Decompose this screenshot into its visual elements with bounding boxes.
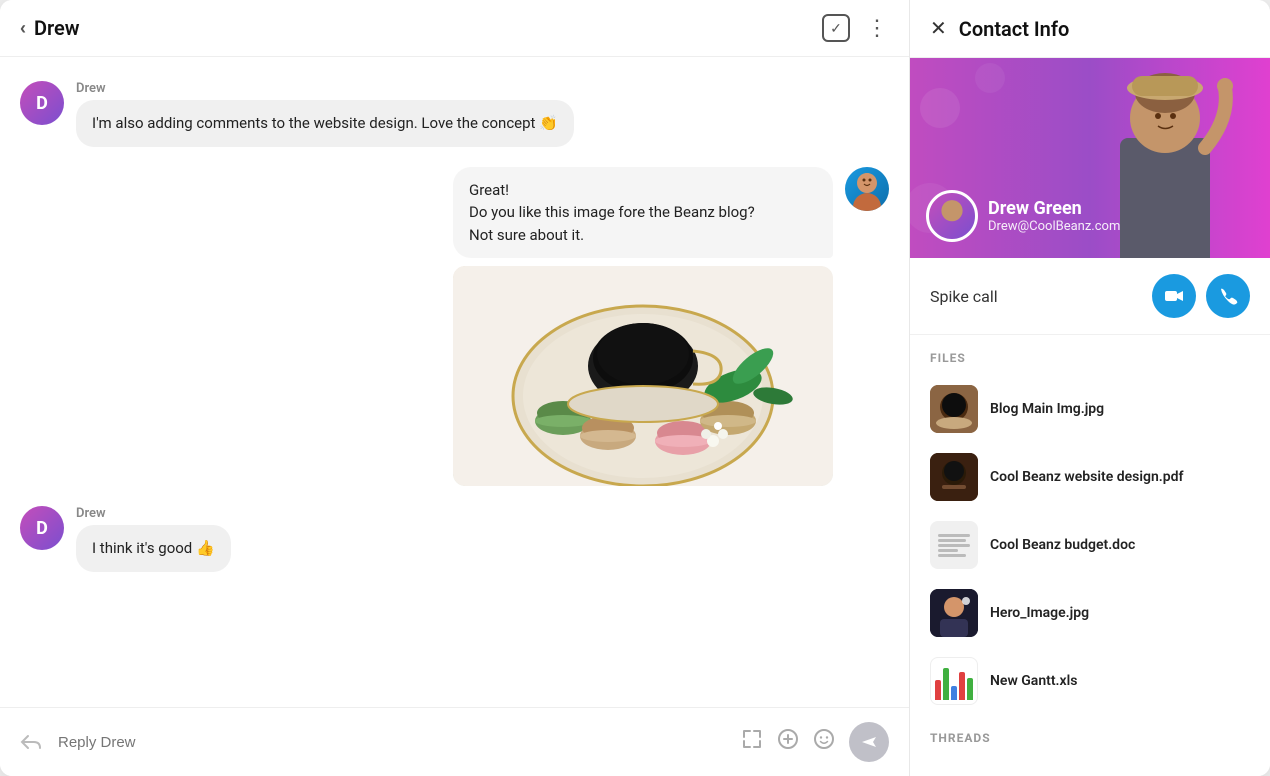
contact-info-title: Contact Info — [959, 17, 1070, 41]
contact-close-button[interactable]: ✕ — [930, 16, 947, 41]
video-call-button[interactable] — [1152, 274, 1196, 318]
app-container: ‹ Drew ✓ ⋮ D Drew — [0, 0, 1270, 776]
contact-name: Drew Green — [988, 198, 1120, 219]
message-image — [453, 266, 833, 486]
chat-header-left: ‹ Drew — [20, 16, 80, 40]
file-item-5[interactable]: New Gantt.xls — [930, 647, 1250, 715]
files-label: FILES — [930, 351, 1250, 365]
file-item-2[interactable]: Cool Beanz website design.pdf — [930, 443, 1250, 511]
add-button[interactable] — [777, 728, 799, 756]
contact-hero: Drew Green Drew@CoolBeanz.com — [910, 58, 1270, 258]
spike-call-label: Spike call — [930, 287, 998, 306]
avatar-drew: D — [20, 81, 64, 125]
file-item-3[interactable]: Cool Beanz budget.doc — [930, 511, 1250, 579]
message-sender: Drew — [76, 81, 574, 96]
back-arrow-icon: ‹ — [20, 18, 26, 39]
file-name-4: Hero_Image.jpg — [990, 605, 1089, 621]
reply-back-icon — [20, 731, 42, 753]
chat-header: ‹ Drew ✓ ⋮ — [0, 0, 909, 57]
chat-header-right: ✓ ⋮ — [822, 14, 889, 42]
phone-call-button[interactable] — [1206, 274, 1250, 318]
sent-content: Great! Do you like this image fore the B… — [453, 167, 833, 487]
add-icon — [777, 728, 799, 750]
macaron-image-svg — [453, 266, 833, 486]
file-thumb-coffee — [930, 385, 978, 433]
chat-contact-name: Drew — [34, 16, 80, 40]
file-thumb-website — [930, 453, 978, 501]
file-name-3: Cool Beanz budget.doc — [990, 537, 1135, 553]
contact-avatar-svg — [929, 190, 975, 242]
chat-panel: ‹ Drew ✓ ⋮ D Drew — [0, 0, 910, 776]
message-bubble: I'm also adding comments to the website … — [76, 100, 574, 147]
doc-icon — [932, 528, 976, 563]
reply-back-button[interactable] — [20, 731, 42, 753]
avatar-me — [845, 167, 889, 211]
threads-label: THREADS — [930, 731, 1250, 745]
files-section: FILES Blog Main Img.jpg — [910, 335, 1270, 715]
call-buttons — [1152, 274, 1250, 318]
contact-panel: ✕ Contact Info — [910, 0, 1270, 776]
emoji-icon — [813, 728, 835, 750]
message-content-2: Drew I think it's good 👍 — [76, 506, 231, 572]
file-thumb-doc — [930, 521, 978, 569]
contact-name-email: Drew Green Drew@CoolBeanz.com — [988, 198, 1120, 234]
contact-small-avatar — [926, 190, 978, 242]
contact-info-header: ✕ Contact Info — [910, 0, 1270, 58]
file-name-2: Cool Beanz website design.pdf — [990, 469, 1183, 485]
message-sender-2: Drew — [76, 506, 231, 521]
reply-actions — [741, 722, 889, 762]
reply-area — [0, 707, 909, 776]
sent-bubble: Great! Do you like this image fore the B… — [453, 167, 833, 259]
file-name: Blog Main Img.jpg — [990, 401, 1104, 417]
me-avatar-svg — [845, 167, 889, 211]
more-icon: ⋮ — [866, 15, 889, 41]
video-call-icon — [1164, 286, 1184, 306]
contact-email: Drew@CoolBeanz.com — [988, 219, 1120, 234]
spike-call-section: Spike call — [910, 258, 1270, 335]
message-image-container: ● — [453, 266, 833, 486]
emoji-button[interactable] — [813, 728, 835, 756]
file-thumb-gantt — [930, 657, 978, 705]
file-name-5: New Gantt.xls — [990, 673, 1077, 689]
checkmark-box-icon: ✓ — [822, 14, 850, 42]
avatar-drew-2: D — [20, 506, 64, 550]
message-content: Drew I'm also adding comments to the web… — [76, 81, 574, 147]
checkmark-box-button[interactable]: ✓ — [822, 14, 850, 42]
file-thumb-hero — [930, 589, 978, 637]
file-item[interactable]: Blog Main Img.jpg — [930, 375, 1250, 443]
website-thumb-svg — [930, 453, 978, 501]
message-bubble-2: I think it's good 👍 — [76, 525, 231, 572]
file-item-4[interactable]: Hero_Image.jpg — [930, 579, 1250, 647]
expand-button[interactable] — [741, 728, 763, 756]
phone-call-icon — [1218, 286, 1238, 306]
coffee-thumb-svg — [930, 385, 978, 433]
hero-thumb-svg — [930, 589, 978, 637]
send-icon — [860, 733, 878, 751]
close-icon: ✕ — [930, 18, 947, 40]
message-row: D Drew I'm also adding comments to the w… — [20, 81, 889, 147]
threads-section: THREADS — [910, 715, 1270, 771]
contact-info-bar: Drew Green Drew@CoolBeanz.com — [926, 190, 1120, 242]
send-button[interactable] — [849, 722, 889, 762]
back-button[interactable]: ‹ — [20, 18, 26, 39]
more-options-button[interactable]: ⋮ — [866, 15, 889, 41]
reply-input[interactable] — [58, 734, 725, 751]
message-row-2: D Drew I think it's good 👍 — [20, 506, 889, 572]
sent-message-wrapper: Great! Do you like this image fore the B… — [20, 167, 889, 487]
messages-area: D Drew I'm also adding comments to the w… — [0, 57, 909, 707]
expand-icon — [741, 728, 763, 750]
